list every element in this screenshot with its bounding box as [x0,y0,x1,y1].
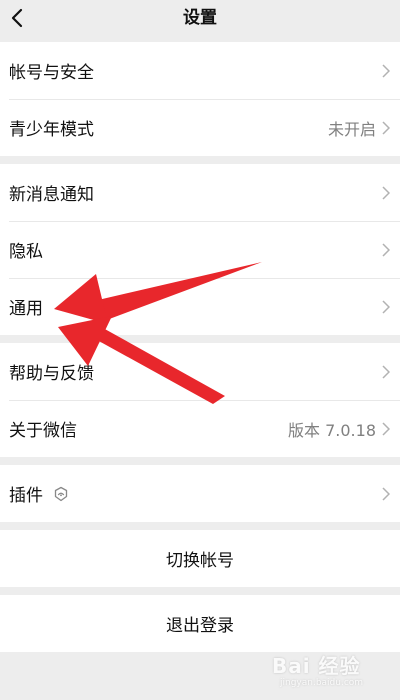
row-about-wechat[interactable]: 关于微信 版本 7.0.18 [0,400,400,457]
row-general[interactable]: 通用 [0,278,400,335]
logout-label: 退出登录 [166,616,234,636]
page-title: 设置 [183,8,217,28]
watermark-subtext: jingyan.baidu.com [280,678,364,688]
chevron-right-icon [382,242,390,257]
watermark-text: Bai 经验 [272,654,361,678]
row-label: 插件 [9,486,43,506]
chevron-right-icon [382,486,390,501]
chevron-right-icon [382,299,390,314]
settings-group-account: 帐号与安全 青少年模式 未开启 [0,42,400,156]
row-label: 隐私 [9,242,43,262]
row-account-security[interactable]: 帐号与安全 [0,42,400,99]
row-label: 通用 [9,299,43,319]
switch-account-group: 切换帐号 [0,530,400,587]
chevron-right-icon [382,185,390,200]
row-privacy[interactable]: 隐私 [0,221,400,278]
switch-account-label: 切换帐号 [166,551,234,571]
row-teen-mode[interactable]: 青少年模式 未开启 [0,99,400,156]
row-label: 新消息通知 [9,185,94,205]
settings-group-general: 新消息通知 隐私 通用 [0,164,400,335]
chevron-right-icon [382,421,390,436]
chevron-right-icon [382,63,390,78]
settings-group-plugins: 插件 [0,465,400,522]
logout-button[interactable]: 退出登录 [0,595,400,652]
row-label: 关于微信 [9,421,77,441]
row-label: 帐号与安全 [9,63,94,83]
row-plugins[interactable]: 插件 [0,465,400,522]
row-value: 未开启 [327,119,376,139]
chevron-right-icon [382,364,390,379]
row-notifications[interactable]: 新消息通知 [0,164,400,221]
logout-group: 退出登录 [0,595,400,652]
row-label: 帮助与反馈 [9,364,94,384]
watermark: Bai 经验 jingyan.baidu.com [272,650,372,694]
navigation-bar: 设置 [0,0,400,40]
row-label: 青少年模式 [9,120,94,140]
settings-group-help: 帮助与反馈 关于微信 版本 7.0.18 [0,343,400,457]
chevron-right-icon [382,120,390,135]
switch-account-button[interactable]: 切换帐号 [0,530,400,587]
row-help-feedback[interactable]: 帮助与反馈 [0,343,400,400]
row-value: 版本 7.0.18 [288,420,376,440]
plugin-icon [54,486,68,501]
